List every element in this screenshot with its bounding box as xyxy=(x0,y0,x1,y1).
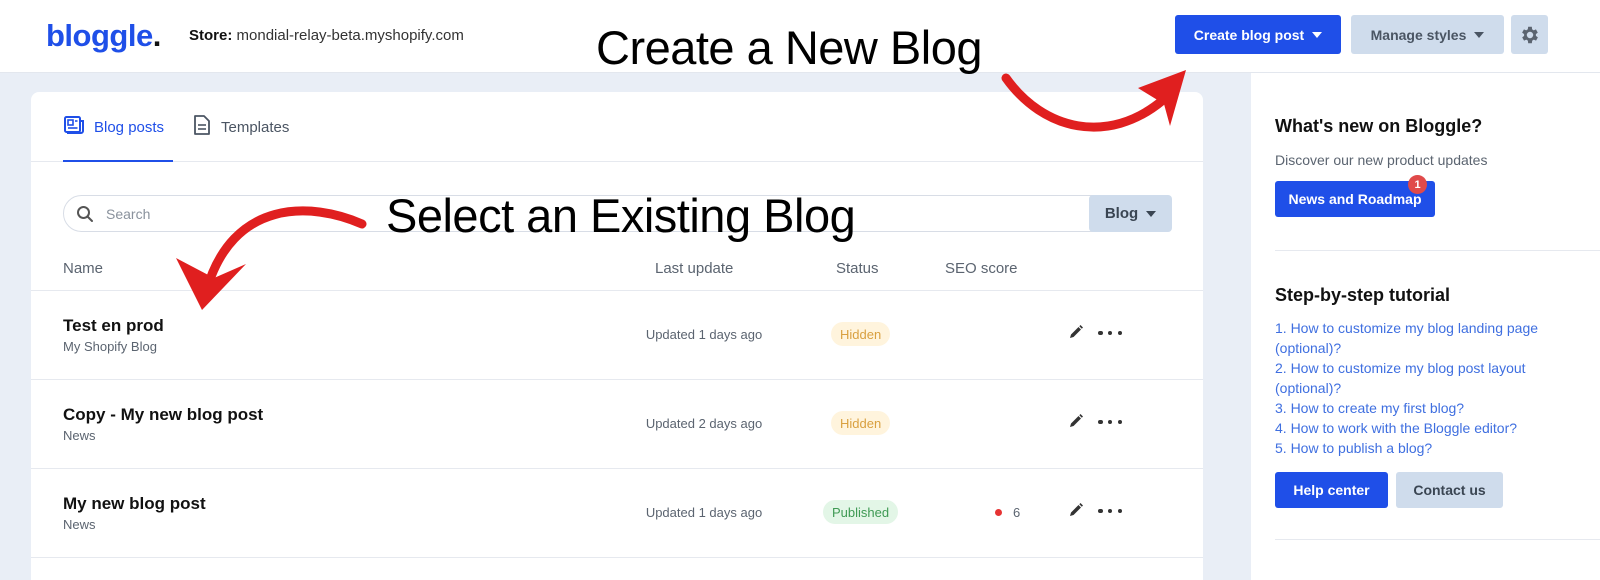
status-badge: Published xyxy=(823,500,899,524)
whats-new-title: What's new on Bloggle? xyxy=(1275,116,1483,136)
more-options-icon[interactable] xyxy=(1098,412,1122,432)
tutorial-link[interactable]: 4. How to work with the Bloggle editor? xyxy=(1275,418,1575,438)
search-icon xyxy=(77,205,93,222)
seo-score: 6 xyxy=(995,505,1020,520)
column-header-last-update: Last update xyxy=(655,260,734,277)
contact-us-button[interactable]: Contact us xyxy=(1396,472,1503,508)
blog-posts-panel: Blog posts Templates Blog Name Last upda… xyxy=(31,92,1203,580)
post-title[interactable]: Test en prod xyxy=(63,316,164,336)
blog-filter-dropdown[interactable]: Blog xyxy=(1089,195,1172,232)
divider xyxy=(1275,250,1600,251)
pencil-icon[interactable] xyxy=(1068,502,1084,518)
tutorial-links: 1. How to customize my blog landing page… xyxy=(1275,318,1575,458)
gear-icon xyxy=(1521,26,1538,43)
column-header-name: Name xyxy=(63,260,104,277)
tab-blog-posts-label: Blog posts xyxy=(94,119,165,136)
post-blog-name: News xyxy=(63,428,96,443)
status-badge: Hidden xyxy=(831,411,891,435)
more-options-icon[interactable] xyxy=(1098,323,1122,343)
status-badge: Hidden xyxy=(831,322,891,346)
annotation-create-new: Create a New Blog xyxy=(596,21,982,74)
post-blog-name: News xyxy=(63,517,96,532)
post-last-update: Updated 2 days ago xyxy=(645,416,763,431)
annotation-select-existing: Select an Existing Blog xyxy=(386,189,856,242)
tutorial-link[interactable]: 2. How to customize my blog post layout … xyxy=(1275,358,1575,398)
column-header-status: Status xyxy=(836,260,879,277)
tutorial-title: Step-by-step tutorial xyxy=(1275,285,1451,305)
help-center-button[interactable]: Help center xyxy=(1275,472,1388,508)
arrow-to-existing-blog xyxy=(176,206,367,310)
chevron-down-icon xyxy=(1312,31,1323,38)
manage-styles-button[interactable]: Manage styles xyxy=(1351,15,1504,54)
divider xyxy=(1275,539,1600,540)
settings-button[interactable] xyxy=(1511,15,1548,54)
table-row[interactable]: Copy - My new blog post News Updated 2 d… xyxy=(31,379,1203,468)
notification-badge: 1 xyxy=(1408,175,1427,194)
tab-templates-label: Templates xyxy=(221,119,290,136)
document-icon xyxy=(194,115,210,135)
more-options-icon[interactable] xyxy=(1098,501,1122,521)
newspaper-icon xyxy=(64,116,84,134)
chevron-down-icon xyxy=(1146,210,1157,217)
chevron-down-icon xyxy=(1474,31,1485,38)
tutorial-link[interactable]: 1. How to customize my blog landing page… xyxy=(1275,318,1575,358)
post-title[interactable]: Copy - My new blog post xyxy=(63,405,263,425)
bloggle-logo[interactable]: bloggle. xyxy=(46,18,161,54)
arrow-to-create-button xyxy=(1001,70,1186,132)
tutorial-link[interactable]: 5. How to publish a blog? xyxy=(1275,438,1575,458)
whats-new-description: Discover our new product updates xyxy=(1275,152,1488,168)
pencil-icon[interactable] xyxy=(1068,324,1084,340)
pencil-icon[interactable] xyxy=(1068,413,1084,429)
table-row-divider xyxy=(31,557,1203,580)
post-last-update: Updated 1 days ago xyxy=(645,327,763,342)
column-header-seo-score: SEO score xyxy=(945,260,1018,277)
store-label: Store: xyxy=(189,27,233,44)
tutorial-link[interactable]: 3. How to create my first blog? xyxy=(1275,398,1575,418)
seo-score-value: 6 xyxy=(1013,505,1021,520)
store-info: Store: mondial-relay-beta.myshopify.com xyxy=(189,27,464,44)
post-blog-name: My Shopify Blog xyxy=(63,339,157,354)
store-domain: mondial-relay-beta.myshopify.com xyxy=(236,27,464,44)
tab-blog-posts[interactable]: Blog posts xyxy=(63,114,173,162)
seo-indicator-dot xyxy=(995,509,1002,516)
tab-templates[interactable]: Templates xyxy=(192,114,312,162)
create-blog-post-button[interactable]: Create blog post xyxy=(1175,15,1341,54)
post-title[interactable]: My new blog post xyxy=(63,494,206,514)
sidebar: What's new on Bloggle? Discover our new … xyxy=(1251,73,1600,580)
table-row[interactable]: My new blog post News Updated 1 days ago… xyxy=(31,468,1203,557)
